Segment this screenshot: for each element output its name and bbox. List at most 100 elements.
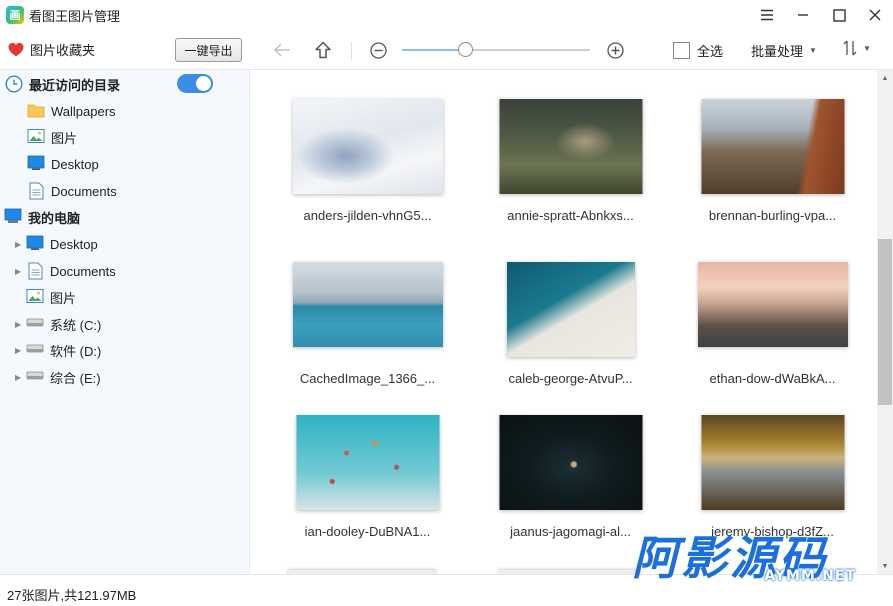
select-all-label: 全选	[697, 44, 724, 59]
window-controls	[749, 0, 893, 30]
thumbnail-name: ethan-dow-dWaBkA...	[709, 371, 836, 386]
sidebar-computer-header[interactable]: 我的电脑	[0, 204, 250, 230]
sidebar-item-label: Wallpapers	[51, 103, 116, 119]
thumbnail-item[interactable]: jaanus-jagomagi-al...	[478, 386, 663, 539]
thumbnail-image[interactable]	[506, 262, 635, 357]
recent-toggle-knob	[196, 76, 211, 91]
thumbnail-item[interactable]: annie-spratt-Abnkxs...	[478, 70, 663, 223]
status-text: 27张图片,共121.97MB	[7, 588, 137, 603]
sidebar-item-label: Documents	[51, 183, 117, 199]
folder-icon	[27, 102, 45, 120]
thumbnail-item[interactable]: ethan-dow-dWaBkA...	[680, 233, 865, 386]
chevron-down-icon: ▼	[863, 43, 871, 53]
maximize-button[interactable]	[821, 0, 857, 30]
chevron-right-icon[interactable]: ▶	[15, 320, 23, 329]
thumbnail-item[interactable]: caleb-george-AtvuP...	[478, 233, 663, 386]
sidebar-recent-header[interactable]: 最近访问的目录	[0, 71, 250, 97]
sidebar-item-computer-documents[interactable]: ▶ Documents	[0, 258, 250, 284]
zoom-slider-thumb[interactable]	[458, 42, 473, 57]
menu-icon[interactable]	[749, 0, 785, 30]
thumbnail-item[interactable]: ian-dooley-DuBNA1...	[275, 386, 460, 539]
thumbnail-image[interactable]	[697, 262, 848, 347]
vertical-scrollbar[interactable]: ▲ ▼	[877, 70, 893, 574]
zoom-out-icon[interactable]	[368, 40, 388, 60]
sidebar-item-pictures[interactable]: 图片	[0, 124, 250, 150]
chevron-right-icon[interactable]: ▶	[15, 373, 23, 382]
drive-icon	[26, 368, 44, 386]
sidebar-item-computer-desktop[interactable]: ▶ Desktop	[0, 231, 250, 257]
drive-icon	[26, 341, 44, 359]
thumbnail-image[interactable]	[701, 415, 844, 510]
thumbnail-name: anders-jilden-vhnG5...	[303, 208, 432, 223]
scroll-down-icon[interactable]: ▼	[877, 558, 893, 574]
thumbnail-grid: anders-jilden-vhnG5... annie-spratt-Abnk…	[251, 70, 877, 574]
sidebar-item-drive-d[interactable]: ▶ 软件 (D:)	[0, 337, 250, 363]
batch-process-dropdown[interactable]: 批量处理 ▼	[751, 41, 817, 60]
sidebar-item-documents[interactable]: Documents	[0, 178, 250, 204]
computer-icon	[4, 208, 22, 226]
documents-icon	[27, 182, 45, 200]
thumbnail-name: annie-spratt-Abnkxs...	[507, 208, 634, 223]
pictures-folder-icon	[26, 288, 44, 306]
desktop-icon	[27, 155, 45, 173]
chevron-down-icon: ▼	[809, 46, 817, 55]
sidebar-item-label: 系统 (C:)	[50, 317, 102, 333]
sidebar-computer-label: 我的电脑	[28, 210, 81, 226]
select-all[interactable]: 全选	[673, 41, 723, 60]
chevron-right-icon[interactable]: ▶	[15, 267, 23, 276]
thumbnail-image[interactable]	[296, 415, 439, 510]
export-button[interactable]: 一键导出	[175, 38, 242, 62]
sort-icon	[843, 40, 857, 56]
sidebar-item-label: 图片	[50, 290, 77, 306]
scrollbar-thumb[interactable]	[878, 239, 892, 405]
thumbnail-image[interactable]	[292, 99, 443, 194]
zoom-slider-fill	[402, 49, 466, 51]
batch-process-label: 批量处理	[751, 44, 804, 59]
thumbnail-name: caleb-george-AtvuP...	[508, 371, 633, 386]
thumbnail-item[interactable]: jeremy-bishop-d3fZ...	[680, 386, 865, 539]
desktop-icon	[26, 235, 44, 253]
heart-icon	[8, 42, 24, 57]
thumbnail-image[interactable]	[701, 99, 844, 194]
documents-icon	[26, 262, 44, 280]
clock-icon	[5, 75, 23, 93]
thumbnail-image[interactable]	[499, 99, 642, 194]
sidebar-item-label: 图片	[51, 130, 78, 146]
thumbnail-item[interactable]: CachedImage_1366_...	[275, 233, 460, 386]
select-all-checkbox[interactable]	[673, 42, 690, 59]
chevron-right-icon[interactable]: ▶	[15, 346, 23, 355]
sidebar-item-label: 综合 (E:)	[50, 370, 101, 386]
sidebar-recent-label: 最近访问的目录	[29, 77, 121, 93]
zoom-in-icon[interactable]	[605, 40, 625, 60]
scroll-up-icon[interactable]: ▲	[877, 70, 893, 86]
sidebar-item-label: Desktop	[51, 156, 99, 172]
thumbnail-item[interactable]: brennan-burling-vpa...	[680, 70, 865, 223]
minimize-button[interactable]	[785, 0, 821, 30]
up-directory-icon[interactable]	[313, 40, 333, 60]
close-button[interactable]	[857, 0, 893, 30]
chevron-right-icon[interactable]: ▶	[15, 240, 23, 249]
title-bar: 画 看图王图片管理	[0, 0, 893, 30]
thumbnail-item[interactable]: anders-jilden-vhnG5...	[275, 70, 460, 223]
sidebar-item-label: Documents	[50, 263, 116, 279]
sidebar-item-wallpapers[interactable]: Wallpapers	[0, 98, 250, 124]
thumbnail-image[interactable]	[499, 415, 642, 510]
sidebar-item-drive-c[interactable]: ▶ 系统 (C:)	[0, 311, 250, 337]
favorites-label: 图片收藏夹	[30, 43, 96, 58]
watermark: 阿影源码 AYMM.NET	[632, 532, 860, 590]
sidebar-item-desktop[interactable]: Desktop	[0, 151, 250, 177]
app-logo-icon: 画	[6, 6, 24, 24]
thumbnail-name: brennan-burling-vpa...	[708, 208, 837, 223]
sidebar-item-drive-e[interactable]: ▶ 综合 (E:)	[0, 364, 250, 390]
zoom-slider[interactable]	[402, 42, 590, 57]
sidebar-item-computer-pictures[interactable]: 图片	[0, 284, 250, 310]
sidebar: 最近访问的目录 Wallpapers 图片 Desktop Documents …	[0, 70, 250, 574]
recent-toggle[interactable]	[177, 74, 213, 93]
sort-dropdown[interactable]: ▼	[843, 40, 871, 56]
favorites-button[interactable]: 图片收藏夹	[8, 40, 95, 59]
thumbnail-name: CachedImage_1366_...	[299, 371, 436, 386]
sidebar-item-label: 软件 (D:)	[50, 343, 102, 359]
drive-icon	[26, 315, 44, 333]
thumbnail-image[interactable]	[292, 262, 443, 347]
back-arrow-icon[interactable]	[272, 40, 292, 60]
